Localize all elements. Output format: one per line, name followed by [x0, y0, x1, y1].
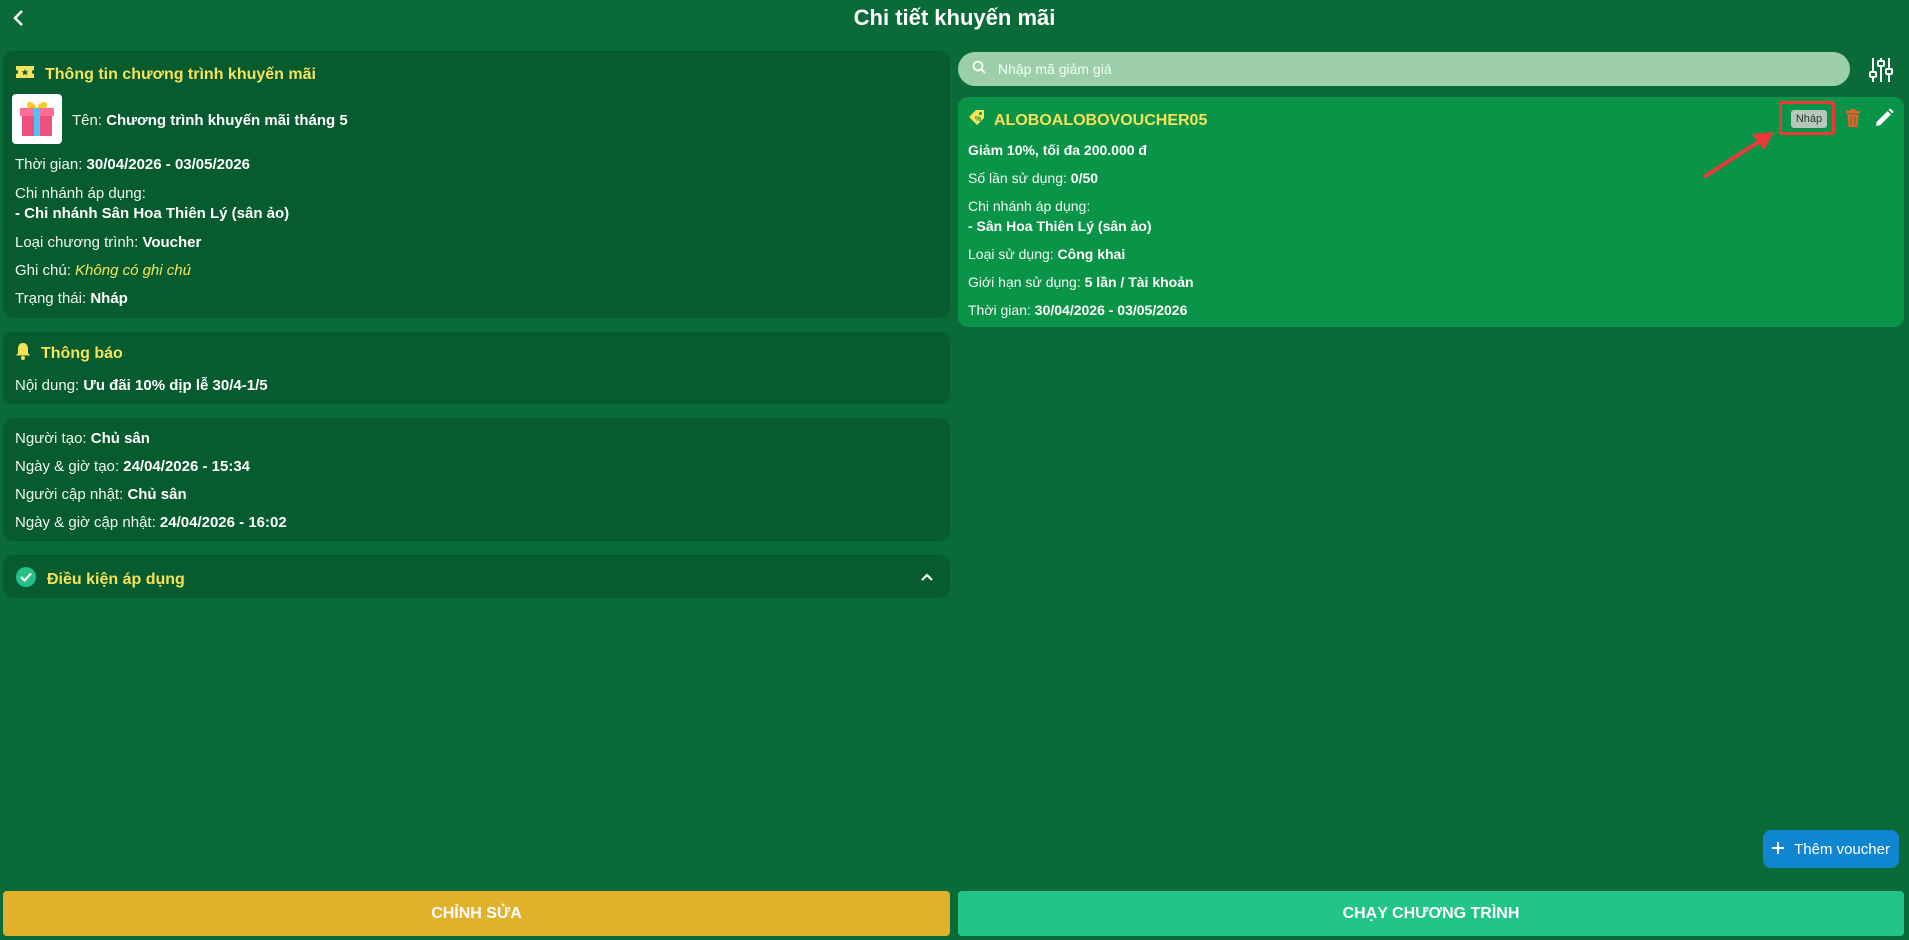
search-icon — [972, 60, 986, 79]
conditions-accordion[interactable]: Điều kiện áp dụng — [3, 555, 950, 598]
voucher-limit: Giới hạn sử dụng: 5 lần / Tài khoản — [968, 274, 1194, 290]
add-voucher-button[interactable]: Thêm voucher — [1763, 830, 1899, 868]
notice-content: Nội dung: Ưu đãi 10% dịp lễ 30/4-1/5 — [15, 377, 268, 394]
gift-icon — [12, 94, 62, 144]
edit-button[interactable]: CHỈNH SỬA — [3, 891, 950, 936]
back-arrow-icon[interactable] — [6, 6, 30, 30]
voucher-discount: Giảm 10%, tối đa 200.000 đ — [968, 142, 1147, 158]
voucher-usage: Số lần sử dụng: 0/50 — [968, 170, 1099, 186]
promotion-name: Tên: Chương trình khuyến mãi tháng 5 — [72, 112, 348, 129]
page-title: Chi tiết khuyến mãi — [853, 5, 1056, 30]
svg-text:%: % — [975, 116, 982, 123]
filter-sliders-icon[interactable] — [1866, 55, 1896, 85]
created-at: Ngày & giờ tạo: 24/04/2026 - 15:34 — [15, 458, 251, 475]
conditions-title: Điều kiện áp dụng — [15, 566, 185, 593]
tag-icon: % — [968, 109, 986, 132]
updater: Người cập nhật: Chủ sân — [15, 486, 187, 503]
pencil-icon[interactable] — [1874, 108, 1894, 133]
run-program-button[interactable]: CHẠY CHƯƠNG TRÌNH — [958, 891, 1904, 936]
bell-icon — [15, 342, 31, 365]
promotion-type: Loại chương trình: Voucher — [15, 234, 202, 251]
voucher-code: % ALOBOALOBOVOUCHER05 — [968, 109, 1207, 132]
promotion-branch-label: Chi nhánh áp dụng: — [15, 185, 146, 202]
notice-card: Thông báo Nội dung: Ưu đãi 10% dịp lễ 30… — [3, 332, 950, 404]
updated-at: Ngày & giờ cập nhật: 24/04/2026 - 16:02 — [15, 514, 287, 531]
notice-title: Thông báo — [15, 342, 123, 365]
trash-icon[interactable] — [1845, 108, 1861, 133]
plus-icon — [1772, 841, 1785, 858]
voucher-branch-label: Chi nhánh áp dụng: — [968, 198, 1091, 214]
annotation-arrow — [1702, 132, 1774, 179]
voucher-use-type: Loại sử dụng: Công khai — [968, 246, 1126, 262]
creator: Người tạo: Chủ sân — [15, 430, 150, 447]
ticket-icon — [15, 64, 35, 85]
promotion-branch-value: - Chi nhánh Sân Hoa Thiên Lý (sân ảo) — [15, 205, 290, 222]
promotion-status: Trạng thái: Nháp — [15, 290, 128, 307]
promotion-time: Thời gian: 30/04/2026 - 03/05/2026 — [15, 156, 251, 173]
voucher-search-input[interactable] — [996, 60, 1840, 78]
promotion-note: Ghi chú: Không có ghi chú — [15, 262, 191, 279]
voucher-time: Thời gian: 30/04/2026 - 03/05/2026 — [968, 302, 1188, 318]
highlight-box — [1779, 101, 1835, 135]
top-bar: Chi tiết khuyến mãi — [0, 0, 1909, 36]
audit-card: Người tạo: Chủ sân Ngày & giờ tạo: 24/04… — [3, 418, 950, 541]
voucher-search-bar — [958, 52, 1850, 86]
voucher-branch-value: - Sân Hoa Thiên Lý (sân ảo) — [968, 218, 1152, 234]
promotion-info-title: Thông tin chương trình khuyến mãi — [15, 64, 316, 85]
promotion-info-card: Thông tin chương trình khuyến mãi Tên: C… — [3, 51, 950, 318]
check-circle-icon — [15, 566, 37, 593]
chevron-up-icon[interactable] — [920, 569, 934, 587]
